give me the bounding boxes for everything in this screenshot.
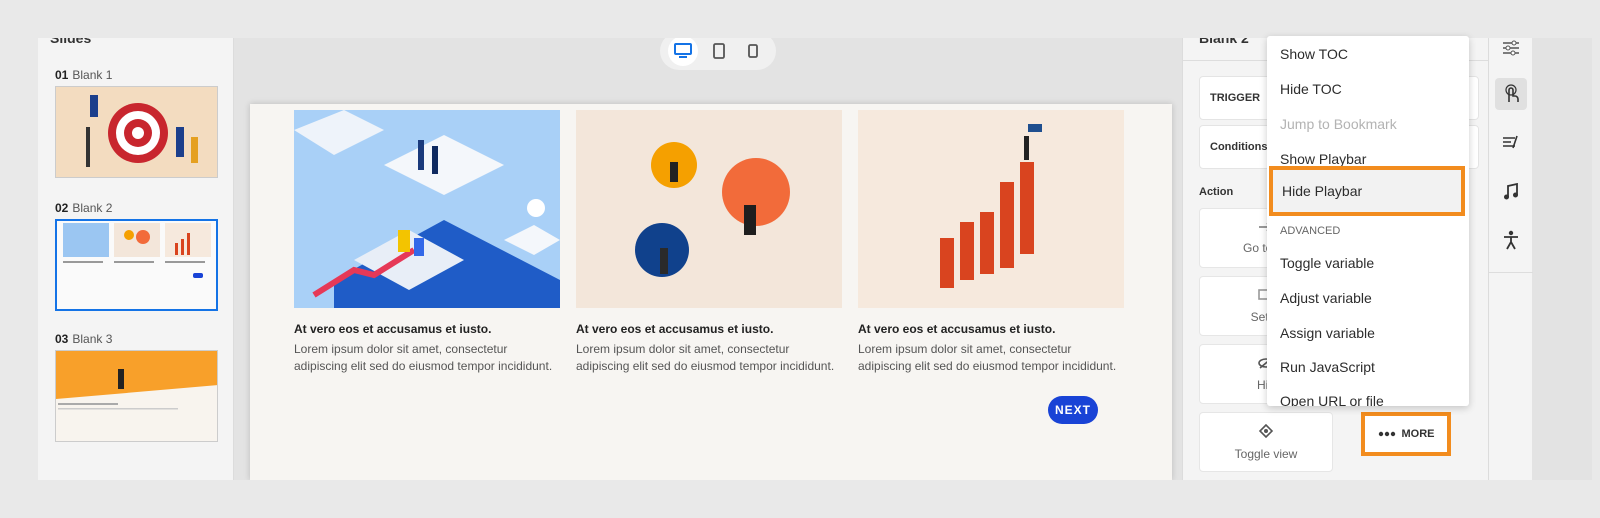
interaction-icon[interactable] [1495, 78, 1527, 110]
card-image [858, 110, 1124, 308]
slide-thumbnail-selected[interactable] [55, 219, 218, 311]
tablet-icon[interactable] [704, 38, 734, 66]
menu-item-open-url[interactable]: Open URL or file [1267, 384, 1469, 406]
sliders-icon[interactable] [1495, 38, 1527, 64]
effects-icon[interactable] [1495, 126, 1527, 158]
slide-thumbnail[interactable] [55, 350, 218, 442]
menu-item-show-toc[interactable]: Show TOC [1267, 37, 1469, 71]
menu-item-assign-variable[interactable]: Assign variable [1267, 316, 1469, 350]
circles-illustration [576, 110, 842, 308]
action-tile-toggle-view[interactable]: Toggle view [1199, 412, 1333, 472]
slide-thumbnail[interactable] [55, 86, 218, 178]
card-text: Lorem ipsum dolor sit amet, consectetur … [858, 342, 1117, 373]
menu-item-adjust-variable[interactable]: Adjust variable [1267, 281, 1469, 315]
card-image [576, 110, 842, 308]
tile-label: Toggle view [1234, 446, 1298, 461]
more-label: MORE [1401, 428, 1435, 440]
accessibility-icon[interactable] [1495, 224, 1527, 256]
slide-name: Blank 3 [72, 332, 113, 346]
slides-panel: Slides 01 Blank 1 02 Blank 2 03 Blank 3 [38, 38, 234, 480]
target-illustration [56, 87, 217, 177]
more-button[interactable]: MORE [1361, 412, 1451, 456]
slide-item-2[interactable]: 02 Blank 2 [55, 201, 220, 311]
slide-item-3[interactable]: 03 Blank 3 [55, 332, 220, 442]
action-label: Action [1199, 186, 1234, 198]
slide-name: Blank 1 [72, 68, 113, 82]
content-card: At vero eos et accusamus et iusto. Lorem… [858, 110, 1124, 375]
card-image [294, 110, 560, 308]
slide-item-1[interactable]: 01 Blank 1 [55, 68, 220, 178]
card-title: At vero eos et accusamus et iusto. [858, 322, 1056, 336]
trigger-label: TRIGGER [1210, 92, 1261, 104]
card-title: At vero eos et accusamus et iusto. [294, 322, 492, 336]
slide-canvas[interactable]: At vero eos et accusamus et iusto. Lorem… [250, 104, 1172, 480]
icon-rail [1488, 38, 1533, 480]
audio-icon[interactable] [1495, 176, 1527, 208]
toggle-view-icon [1258, 423, 1274, 441]
menu-item-toggle-variable[interactable]: Toggle variable [1267, 246, 1469, 280]
slide-number: 02 [55, 201, 69, 215]
menu-item-jump-to-bookmark: Jump to Bookmark [1280, 116, 1397, 132]
slides-panel-title: Slides [50, 38, 92, 46]
card-text: Lorem ipsum dolor sit amet, consectetur … [576, 342, 835, 373]
device-preview-toggle [660, 38, 776, 70]
slide-number: 03 [55, 332, 69, 346]
divider [1489, 272, 1533, 273]
isometric-illustration [294, 110, 560, 308]
more-dots-icon [1378, 428, 1396, 440]
menu-item-run-javascript[interactable]: Run JavaScript [1267, 350, 1469, 384]
content-card: At vero eos et accusamus et iusto. Lorem… [294, 110, 560, 375]
menu-item-hide-playbar[interactable]: Hide Playbar [1269, 166, 1465, 216]
properties-title: Blank 2 [1199, 38, 1249, 46]
menu-item-hide-toc[interactable]: Hide TOC [1267, 72, 1469, 106]
bar-growth-illustration [858, 110, 1124, 308]
slide-name: Blank 2 [72, 201, 113, 215]
slide-preview [56, 351, 217, 410]
desktop-icon[interactable] [668, 38, 698, 66]
card-text: Lorem ipsum dolor sit amet, consectetur … [294, 342, 553, 373]
next-button[interactable]: NEXT [1048, 396, 1098, 424]
slide-number: 01 [55, 68, 69, 82]
content-card: At vero eos et accusamus et iusto. Lorem… [576, 110, 842, 375]
more-actions-menu: Show TOC Hide TOC Jump to Bookmark Show … [1267, 36, 1469, 406]
slide-preview [63, 223, 211, 278]
menu-section-label: ADVANCED [1280, 225, 1341, 237]
conditions-label: Conditions [1210, 141, 1268, 153]
mobile-icon[interactable] [738, 38, 768, 66]
card-title: At vero eos et accusamus et iusto. [576, 322, 774, 336]
